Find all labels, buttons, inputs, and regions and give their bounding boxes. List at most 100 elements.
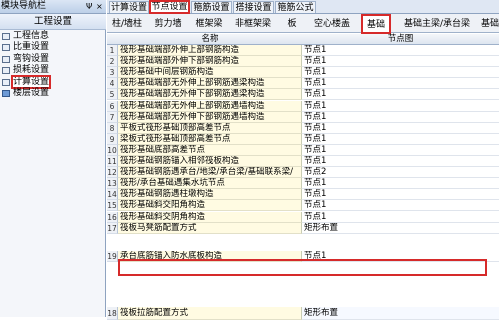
table-row[interactable]: 17 筏板马凳筋配置方式 矩形布置 (107, 222, 499, 234)
table-row[interactable]: 3 筏形基础中间层钢筋构造 节点1 (107, 67, 499, 79)
nav-item-loss-settings[interactable]: 损耗设置 (0, 65, 106, 76)
floors-icon (2, 89, 10, 97)
row-number: 2 (107, 56, 118, 68)
grid-header: 名称 节点图 (107, 34, 499, 45)
table-row[interactable]: 15 筏形基础斜交阳角构造 节点1 (107, 200, 499, 212)
row-name-cell: 梁板式筏形基础顶部高差节点 (118, 133, 302, 145)
row-number: 5 (107, 89, 118, 101)
row-number: 14 (107, 189, 118, 201)
nav-item-project-info[interactable]: 工程信息 (0, 31, 106, 42)
table-row[interactable]: 11 筏形基础钢筋锚入相邻筏板构造 节点1 (107, 156, 499, 168)
table-row[interactable]: 4 筏形基础端部无外伸上部钢筋遇梁构造 节点1 (107, 78, 499, 90)
nav-item-label: 计算设置 (10, 74, 52, 89)
row-value-cell[interactable]: 节点1 (302, 56, 499, 68)
document-icon (2, 33, 10, 40)
tab-stirrup-formula[interactable]: 箍筋公式 (275, 1, 316, 13)
document-icon (2, 55, 10, 63)
row-name-cell: 筏形基础端部无外伸下部钢筋遇梁构造 (118, 89, 302, 101)
tab-calculation-settings[interactable]: 计算设置 (109, 1, 149, 13)
row-value-cell[interactable]: 节点1 (302, 111, 499, 123)
nav-titlebar: 模块导航栏 Ψ × (0, 0, 106, 14)
row-value-cell[interactable]: 节点1 (302, 89, 499, 101)
row-name-cell: 筏形基础斜交阳角构造 (118, 200, 302, 212)
row-value-cell[interactable]: 节点1 (302, 144, 499, 156)
table-row[interactable]: 2 筏形基础端部外伸下部钢筋构造 节点1 (107, 56, 499, 68)
row-value-cell[interactable]: 节点1 (302, 78, 499, 90)
row-highlight-outline (118, 259, 487, 276)
tab-non-frame-beam[interactable]: 非框架梁 (231, 16, 275, 32)
row-number: 6 (107, 100, 118, 112)
row-value-cell[interactable]: 节点1 (302, 200, 499, 212)
close-icon[interactable]: × (96, 0, 103, 13)
row-number: 9 (107, 133, 118, 145)
tab-hollow-floor[interactable]: 空心楼盖 (310, 16, 354, 32)
nav-item-floor-settings[interactable]: 楼层设置 (0, 88, 106, 99)
row-number: 4 (107, 78, 118, 90)
document-icon (2, 78, 10, 86)
row-name-cell: 筏形基础端部无外伸上部钢筋遇墙构造 (118, 100, 302, 112)
tab-foundation[interactable]: 基础 (361, 14, 391, 34)
table-row[interactable]: 16 筏形基础斜交阴角构造 节点1 (107, 211, 499, 223)
tab-node-settings[interactable]: 节点设置 (149, 0, 190, 14)
row-name-cell: 筏形基础钢筋锚入相邻筏板构造 (118, 156, 302, 168)
row-name-cell: 筏形基础钢筋遇柱墩构造 (118, 189, 302, 201)
tab-frame-beam[interactable]: 框架梁 (192, 16, 226, 32)
nav-item-label: 损耗设置 (13, 65, 50, 76)
row-value-cell[interactable]: 节点1 (302, 122, 499, 134)
row-name-cell: 筏形基础底部高差节点 (118, 144, 302, 156)
row-name-cell: 筏板马凳筋配置方式 (118, 222, 302, 234)
table-row[interactable]: 5 筏形基础端部无外伸下部钢筋遇梁构造 节点1 (107, 89, 499, 101)
tab-foundation-main-beam[interactable]: 基础主梁/承台梁 (397, 16, 477, 32)
nav-item-weight-settings[interactable]: 比重设置 (0, 42, 106, 53)
nav-item-hook-settings[interactable]: 弯钩设置 (0, 54, 106, 65)
row-value-cell[interactable]: 节点1 (302, 133, 499, 145)
nav-group-project-settings[interactable]: 工程设置 (0, 14, 106, 30)
row-number: 19 (107, 251, 118, 263)
table-row[interactable]: 6 筏形基础端部无外伸上部钢筋遇墙构造 节点1 (107, 100, 499, 112)
document-icon (2, 67, 10, 75)
row-name-cell: 筏形/承台基础遇集水坑节点 (118, 178, 302, 190)
table-row[interactable]: 13 筏形/承台基础遇集水坑节点 节点1 (107, 178, 499, 190)
row-number: 17 (107, 222, 118, 234)
row-value-cell[interactable]: 节点1 (302, 189, 499, 201)
table-row[interactable]: 7 筏形基础端部无外伸下部钢筋遇墙构造 节点1 (107, 111, 499, 123)
nav-item-calculation-settings[interactable]: 计算设置 (0, 74, 106, 89)
row-number: 12 (107, 167, 118, 179)
table-row[interactable]: 9 梁板式筏形基础顶部高差节点 节点1 (107, 133, 499, 145)
tab-stirrup-settings[interactable]: 箍筋设置 (191, 1, 232, 13)
row-value-cell[interactable]: 节点1 (302, 156, 499, 168)
row-value-cell[interactable]: 节点1 (302, 100, 499, 112)
row-name-cell: 筏形基础中间层钢筋构造 (118, 67, 302, 79)
nav-item-label: 弯钩设置 (13, 53, 50, 64)
row-number: 3 (107, 67, 118, 79)
column-header-name: 名称 (201, 34, 219, 44)
pin-icon[interactable]: Ψ (86, 0, 92, 13)
tab-shear-wall[interactable]: 剪力墙 (151, 16, 185, 32)
row-number: 1 (107, 45, 118, 57)
table-row[interactable]: 12 筏形基础钢筋遇承台/地梁/承台梁/基础联系梁/ 节点2 (107, 167, 499, 179)
row-name-cell: 筏板拉筋配置方式 (118, 307, 302, 320)
row-number: 8 (107, 122, 118, 134)
row-number: 7 (107, 111, 118, 123)
row-name-cell: 筏形基础端部无外伸下部钢筋遇墙构造 (118, 111, 302, 123)
row-value-cell[interactable]: 节点2 (302, 167, 499, 179)
row-name-cell: 筏形基础钢筋遇承台/地梁/承台梁/基础联系梁/ (118, 167, 302, 179)
row-value-cell[interactable]: 矩形布置 (302, 307, 499, 320)
table-row[interactable]: 10 筏形基础底部高差节点 节点1 (107, 144, 499, 156)
nav-item-label: 楼层设置 (13, 87, 50, 98)
row-value-cell[interactable]: 矩形布置 (302, 222, 499, 234)
tab-lap-settings[interactable]: 搭接设置 (233, 1, 274, 13)
table-row[interactable]: 1 筏形基础端部外伸上部钢筋构造 节点1 (107, 45, 499, 57)
tab-foundation-secondary[interactable]: 基础次 (481, 16, 499, 32)
row-value-cell[interactable]: 节点1 (302, 211, 499, 223)
tab-slab[interactable]: 板 (283, 16, 301, 32)
table-row[interactable]: 14 筏形基础钢筋遇柱墩构造 节点1 (107, 189, 499, 201)
row-number: 13 (107, 178, 118, 190)
row-value-cell[interactable]: 节点1 (302, 67, 499, 79)
table-row-selected[interactable]: 18 筏板拉筋配置方式 矩形布置 (107, 307, 499, 320)
tab-column-wallcolumn[interactable]: 柱/墙柱 (109, 16, 145, 32)
row-value-cell[interactable]: 节点1 (302, 178, 499, 190)
table-row[interactable]: 8 平板式筏形基础顶部高差节点 节点1 (107, 122, 499, 134)
row-value-cell[interactable]: 节点1 (302, 45, 499, 57)
module-navigation-panel: 模块导航栏 Ψ × 工程设置 工程信息 比重设置 弯钩设置 损耗设置 计算设置 … (0, 0, 106, 317)
